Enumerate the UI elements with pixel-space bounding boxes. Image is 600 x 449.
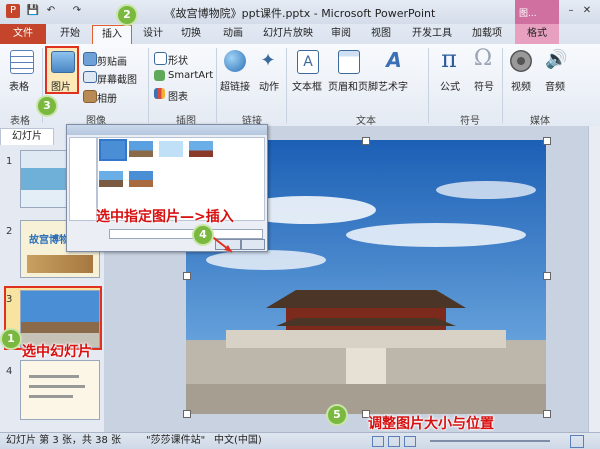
status-theme: "莎莎课件站" [146,435,206,446]
callout-arrows [205,231,233,253]
annotation-adjust-picture: 调整图片大小与位置 [368,416,494,432]
annotation-select-picture-insert: 选中指定图片—>插入 [96,209,234,225]
sorter-view-icon[interactable] [388,436,400,447]
fit-slide-icon[interactable] [570,435,584,448]
step-badge-5: 5 [328,406,346,424]
step-badge-1: 1 [2,330,20,348]
step-badge-3: 3 [38,97,56,115]
annotation-select-slide: 选中幻灯片 [22,344,92,360]
step-badge-4: 4 [194,226,212,244]
normal-view-icon[interactable] [372,436,384,447]
reading-view-icon[interactable] [404,436,416,447]
status-bar: 幻灯片 第 3 张，共 38 张 "莎莎课件站" 中文(中国) [0,432,600,449]
status-slide-info: 幻灯片 第 3 张，共 38 张 [6,435,121,446]
step-badge-2: 2 [118,6,136,24]
status-language: 中文(中国) [214,435,262,446]
zoom-slider[interactable] [430,440,550,442]
